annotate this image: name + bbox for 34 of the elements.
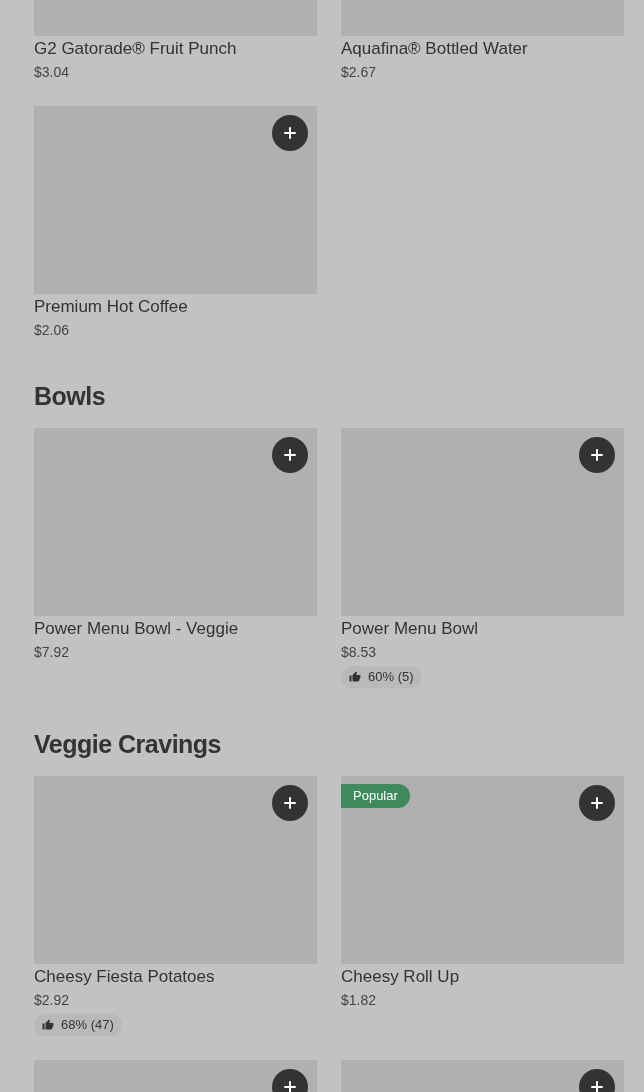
item-name[interactable]: Power Menu Bowl - Veggie xyxy=(34,618,239,640)
item-name[interactable]: G2 Gatorade® Fruit Punch xyxy=(34,38,237,60)
item-price: $8.53 xyxy=(341,643,377,662)
plus-icon xyxy=(284,449,296,461)
item-name[interactable]: Premium Hot Coffee xyxy=(34,296,188,318)
add-button[interactable] xyxy=(272,785,308,821)
plus-icon xyxy=(284,1081,296,1092)
item-name[interactable]: Cheesy Roll Up xyxy=(341,966,460,988)
section-heading: Veggie Cravings xyxy=(34,729,223,760)
add-button[interactable] xyxy=(272,437,308,473)
plus-icon xyxy=(284,797,296,809)
item-price: $1.82 xyxy=(341,991,377,1010)
popular-tag: Popular xyxy=(341,784,410,808)
image-placeholder[interactable]: Popular xyxy=(341,776,624,964)
item-price: $3.04 xyxy=(34,63,70,82)
item-price: $2.06 xyxy=(34,321,70,340)
add-button[interactable] xyxy=(272,115,308,151)
thumbs-up-icon xyxy=(42,1019,54,1031)
item-price: $2.67 xyxy=(341,63,377,82)
plus-icon xyxy=(284,127,296,139)
item-name[interactable]: Aquafina® Bottled Water xyxy=(341,38,528,60)
item-name[interactable]: Cheesy Fiesta Potatoes xyxy=(34,966,215,988)
plus-icon xyxy=(591,797,603,809)
rating-badge: 68% (47) xyxy=(34,1014,122,1036)
section-heading: Bowls xyxy=(34,381,107,412)
add-button[interactable] xyxy=(579,437,615,473)
item-price: $7.92 xyxy=(34,643,70,662)
item-name[interactable]: Power Menu Bowl xyxy=(341,618,478,640)
thumbs-up-icon xyxy=(349,671,361,683)
plus-icon xyxy=(591,1081,603,1092)
add-button[interactable] xyxy=(579,785,615,821)
plus-icon xyxy=(591,449,603,461)
item-price: $2.92 xyxy=(34,991,70,1010)
rating-badge: 60% (5) xyxy=(341,666,422,688)
